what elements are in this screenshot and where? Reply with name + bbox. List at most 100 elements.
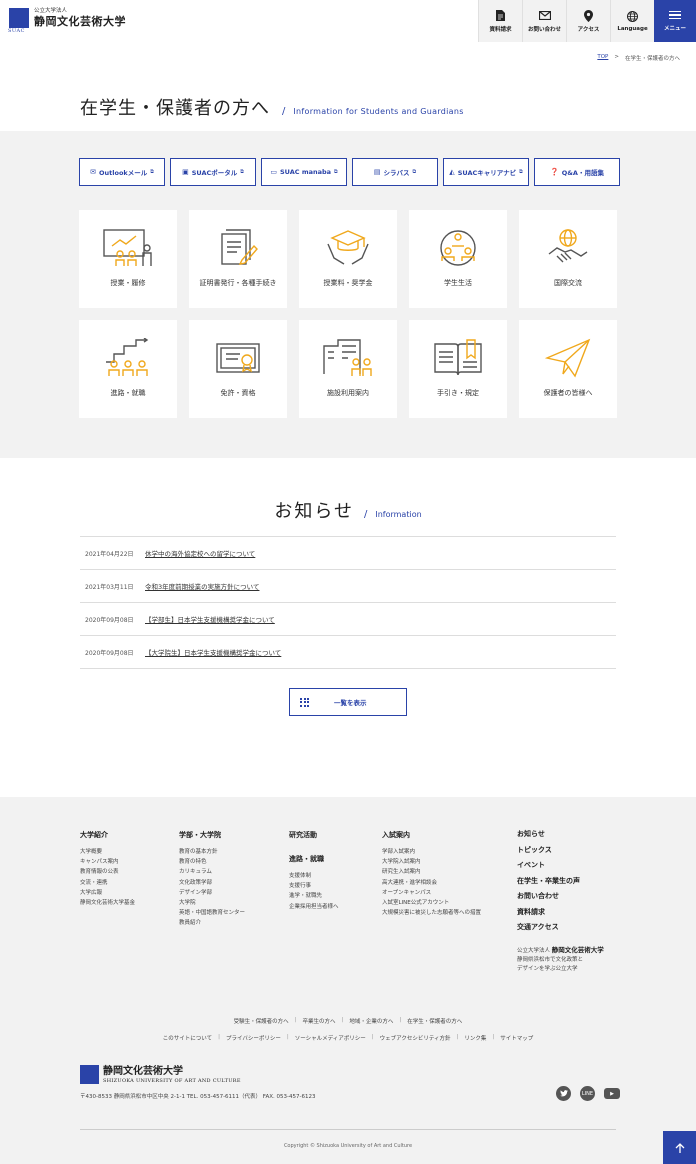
- corp-name: 静岡文化芸術大学: [551, 945, 604, 954]
- footer-link[interactable]: 進学・就職先: [289, 891, 339, 901]
- guidebook-icon: [434, 339, 482, 376]
- news-link[interactable]: 令和3年度前期授業の実施方針について: [145, 581, 259, 591]
- footer-heading[interactable]: 入試案内: [382, 830, 481, 840]
- news-link[interactable]: 【学部生】日本学生支援機構奨学金について: [145, 614, 275, 624]
- title-separator: /: [282, 106, 286, 117]
- category-label: 進路・就職: [110, 389, 146, 397]
- news-link[interactable]: 【大学院生】日本学生支援機構奨学金について: [145, 647, 281, 657]
- footer-link[interactable]: カリキュラム: [179, 867, 245, 877]
- footer-link[interactable]: 大規模災害に被災した志願者等への措置: [382, 908, 481, 918]
- nav-contact[interactable]: お問い合わせ: [522, 0, 566, 42]
- footer-link[interactable]: 大学概要: [80, 847, 135, 857]
- site-logo[interactable]: 公立大学法人 静岡文化芸術大学: [9, 8, 126, 28]
- twitter-icon[interactable]: [556, 1086, 571, 1101]
- footer-policy-link[interactable]: プライバシーポリシー: [226, 1034, 281, 1042]
- back-to-top-button[interactable]: [663, 1131, 696, 1164]
- site-footer: 大学紹介 大学概要 キャンパス案内 教育情報の公表 交流・連携 大学広報 静岡文…: [0, 797, 696, 1164]
- footer-link[interactable]: 学部入試案内: [382, 847, 481, 857]
- footer-heading[interactable]: 学部・大学院: [179, 830, 245, 840]
- footer-link[interactable]: 大学広報: [80, 888, 135, 898]
- footer-policy-link[interactable]: サイトマップ: [500, 1034, 533, 1042]
- footer-policy-link[interactable]: リンク集: [464, 1034, 486, 1042]
- nav-label: Language: [617, 25, 648, 32]
- footer-audience-link[interactable]: 地域・企業の方へ: [349, 1017, 393, 1025]
- footer-link-bold[interactable]: 資料請求: [517, 905, 604, 921]
- footer-link[interactable]: 企業採用担当者様へ: [289, 902, 339, 912]
- globe-icon: [627, 11, 639, 23]
- graduation-cap-icon: [327, 230, 369, 265]
- footer-link[interactable]: 教員紹介: [179, 918, 245, 928]
- footer-link[interactable]: 高大連携・進学相談会: [382, 878, 481, 888]
- external-link-icon: ⧉: [150, 169, 154, 175]
- menu-button[interactable]: メニュー: [654, 0, 696, 42]
- nav-request-materials[interactable]: 資料請求: [478, 0, 522, 42]
- footer-link[interactable]: オープンキャンパス: [382, 888, 481, 898]
- quick-link-syllabus[interactable]: ▤ シラバス ⧉: [352, 158, 438, 186]
- mail-icon: ✉: [90, 168, 97, 176]
- footer-link-bold[interactable]: 在学生・卒業生の声: [517, 874, 604, 890]
- quick-link-outlook[interactable]: ✉ Outlookメール ⧉: [79, 158, 165, 186]
- nav-language[interactable]: Language: [610, 0, 654, 42]
- breadcrumb-top-link[interactable]: TOP: [597, 54, 608, 62]
- lecture-icon: [103, 229, 152, 266]
- quick-link-career-navi[interactable]: ◭ SUACキャリアナビ ⧉: [443, 158, 529, 186]
- footer-link[interactable]: 交流・連携: [80, 878, 135, 888]
- footer-link[interactable]: 教育情報の公表: [80, 867, 135, 877]
- logo-org-small: 公立大学法人: [34, 8, 68, 14]
- footer-link[interactable]: 教育の基本方針: [179, 847, 245, 857]
- news-item: 2020年09月08日 【大学院生】日本学生支援機構奨学金について: [80, 636, 616, 669]
- footer-link[interactable]: デザイン学部: [179, 888, 245, 898]
- footer-audience-link[interactable]: 在学生・保護者の方へ: [407, 1017, 462, 1025]
- footer-link[interactable]: 静岡文化芸術大学基金: [80, 898, 135, 908]
- category-card-international[interactable]: 国際交流: [519, 210, 617, 308]
- footer-policy-link[interactable]: ソーシャルメディアポリシー: [295, 1034, 366, 1042]
- category-card-student-life[interactable]: 学生生活: [409, 210, 507, 308]
- footer-link-bold[interactable]: トピックス: [517, 843, 604, 859]
- footer-logo[interactable]: 静岡文化芸術大学 SHIZUOKA UNIVERSITY OF ART AND …: [80, 1065, 241, 1084]
- logo-mark: [9, 8, 29, 28]
- line-icon[interactable]: LINE: [580, 1086, 595, 1101]
- news-item: 2021年04月22日 休学中の海外協定校への留学について: [80, 537, 616, 570]
- footer-heading[interactable]: 大学紹介: [80, 830, 135, 840]
- footer-link[interactable]: 大学院: [179, 898, 245, 908]
- category-card-guides[interactable]: 手引き・規定: [409, 320, 507, 418]
- nav-access[interactable]: アクセス: [566, 0, 610, 42]
- footer-link[interactable]: 支援行事: [289, 881, 339, 891]
- footer-link[interactable]: 研究生入試案内: [382, 867, 481, 877]
- category-card-tuition[interactable]: 授業料・奨学金: [299, 210, 397, 308]
- news-link[interactable]: 休学中の海外協定校への留学について: [145, 548, 255, 558]
- footer-col-misc: お知らせ トピックス イベント 在学生・卒業生の声 お問い合わせ 資料請求 交通…: [517, 827, 604, 974]
- footer-link[interactable]: 大学院入試案内: [382, 857, 481, 867]
- footer-audience-link[interactable]: 卒業生の方へ: [303, 1017, 336, 1025]
- footer-link[interactable]: 英語・中国語教育センター: [179, 908, 245, 918]
- footer-audience-link[interactable]: 受験生・保護者の方へ: [234, 1017, 289, 1025]
- footer-heading[interactable]: 進路・就職: [289, 854, 339, 864]
- category-card-career[interactable]: 進路・就職: [79, 320, 177, 418]
- news-item: 2020年09月08日 【学部生】日本学生支援機構奨学金について: [80, 603, 616, 636]
- footer-link-bold[interactable]: 交通アクセス: [517, 920, 604, 936]
- quick-link-label: Outlookメール: [99, 169, 148, 177]
- footer-heading[interactable]: 研究活動: [289, 830, 339, 840]
- category-card-licenses[interactable]: 免許・資格: [189, 320, 287, 418]
- category-card-certificates[interactable]: 証明書発行・各種手続き: [189, 210, 287, 308]
- category-card-classes[interactable]: 授業・履修: [79, 210, 177, 308]
- category-card-facilities[interactable]: 施設利用案内: [299, 320, 397, 418]
- footer-link-bold[interactable]: お問い合わせ: [517, 889, 604, 905]
- quick-link-manaba[interactable]: ▭ SUAC manaba ⧉: [261, 158, 347, 186]
- monitor-icon: ▭: [270, 168, 277, 176]
- footer-link[interactable]: 入試室LINE公式アカウント: [382, 898, 481, 908]
- footer-link-bold[interactable]: イベント: [517, 858, 604, 874]
- quick-link-portal[interactable]: ▣ SUACポータル ⧉: [170, 158, 256, 186]
- footer-link[interactable]: 支援体制: [289, 871, 339, 881]
- footer-link-bold[interactable]: お知らせ: [517, 827, 604, 843]
- youtube-icon[interactable]: ▶: [604, 1088, 620, 1099]
- category-card-guardians[interactable]: 保護者の皆様へ: [519, 320, 617, 418]
- footer-link[interactable]: キャンパス案内: [80, 857, 135, 867]
- footer-policy-link[interactable]: このサイトについて: [163, 1034, 212, 1042]
- footer-link[interactable]: 教育の特色: [179, 857, 245, 867]
- footer-policy-link[interactable]: ウェブアクセシビリティ方針: [380, 1034, 451, 1042]
- footer-link[interactable]: 文化政策学部: [179, 878, 245, 888]
- quick-link-qa[interactable]: ❓ Q&A・用語集: [534, 158, 620, 186]
- footer-col-research: 研究活動 進路・就職 支援体制 支援行事 進学・就職先 企業採用担当者様へ: [289, 830, 339, 912]
- view-all-news-button[interactable]: 一覧を表示: [289, 688, 407, 716]
